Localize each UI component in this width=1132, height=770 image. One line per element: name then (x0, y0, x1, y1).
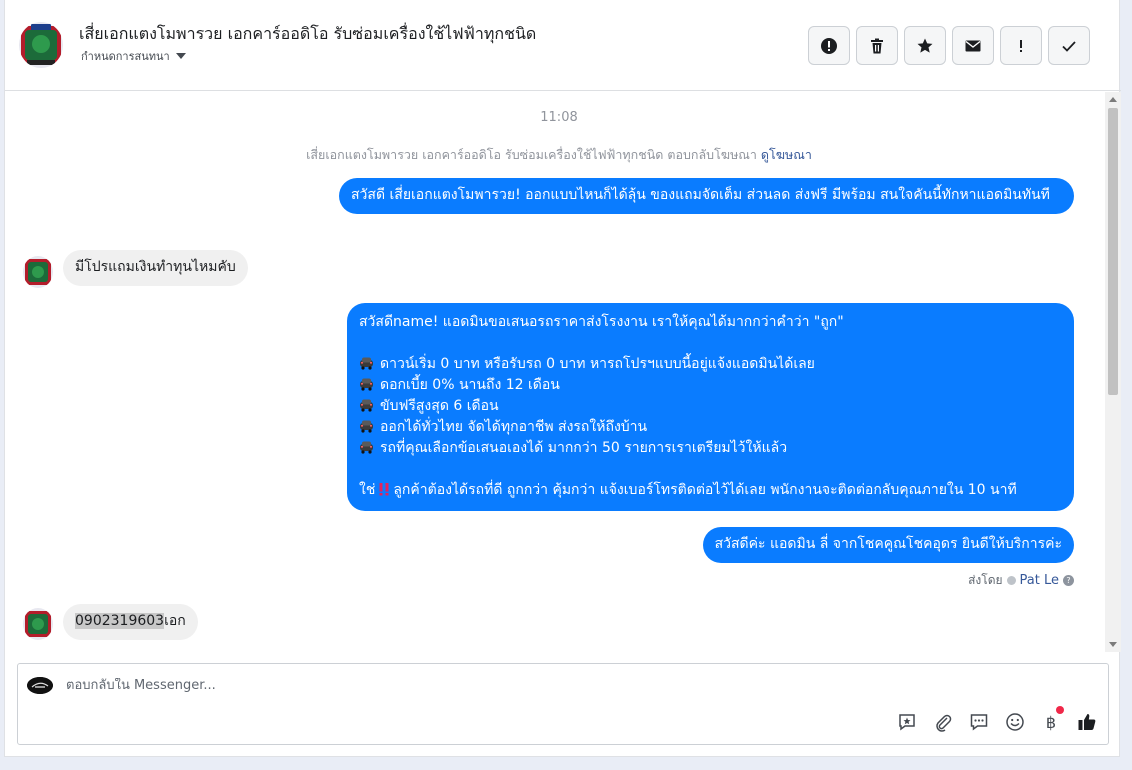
message-line: ออกได้ทั่วไทย จัดได้ทุกอาชีพ ส่งรถให้ถึง… (359, 417, 1062, 438)
message-bubble-incoming: 0902319603เอก (63, 604, 198, 640)
chat-button[interactable] (968, 711, 990, 733)
trash-icon (871, 38, 883, 53)
reply-input[interactable] (66, 678, 966, 693)
customer-avatar (23, 608, 53, 640)
verified-icon (1006, 576, 1016, 585)
customer-avatar (23, 256, 53, 288)
star-icon (917, 38, 933, 53)
message-line-blank (359, 459, 1062, 480)
scroll-up-arrow-icon[interactable] (1109, 97, 1117, 102)
page-avatar[interactable] (19, 22, 63, 68)
ad-context-text: เสี่ยเอกแตงโมพารวย เอกคาร์ออดิโอ รับซ่อม… (306, 147, 757, 162)
message-line: ดาวน์เริ่ม 0 บาท หรือรับรถ 0 บาท หารถโปร… (359, 354, 1062, 375)
delete-button[interactable] (856, 26, 898, 65)
message-bubble-outgoing: สวัสดีค่ะ แอดมิน ลี่ จากโชคคูณโชคอุดร ยิ… (702, 527, 1074, 563)
help-icon[interactable]: ? (1063, 575, 1074, 586)
spam-button[interactable] (808, 26, 850, 65)
message-line-text: รถที่คุณเลือกข้อเสนอเองได้ มากกว่า 50 รา… (380, 440, 788, 456)
mark-unread-button[interactable] (952, 26, 994, 65)
page-logo (27, 677, 53, 694)
sent-by-label: ส่งโดย (968, 573, 1003, 587)
message-line: สวัสดีname! แอดมินขอเสนอรถราคาส่งโรงงาน … (359, 314, 844, 330)
conversation-panel: เสี่ยเอกแตงโมพารวย เอกคาร์ออดิโอ รับซ่อม… (4, 0, 1121, 757)
alert-circle-icon (821, 37, 837, 54)
emoji-button[interactable] (1004, 711, 1026, 733)
mark-done-button[interactable] (1048, 26, 1090, 65)
attach-button[interactable] (932, 711, 954, 733)
car-emoji-icon (360, 357, 373, 370)
message-line-text: ขับฟรีสูงสุด 6 เดือน (380, 398, 499, 414)
thread-scrollbar[interactable] (1105, 92, 1121, 652)
notification-dot (1056, 706, 1064, 714)
reply-composer: ฿ (17, 663, 1109, 745)
baht-payment-icon: ฿ (1045, 712, 1057, 732)
caret-down-icon (175, 53, 186, 59)
message-line: ใช่ ลูกค้าต้องได้รถที่ดี ถูกกว่า คุ้มกว่า… (359, 480, 1062, 501)
star-button[interactable] (904, 26, 946, 65)
car-emoji-icon (360, 399, 373, 412)
message-bubble-outgoing: สวัสดี เสี่ยเอกแตงโมพารวย! ออกแบบไหนก็ได… (339, 178, 1074, 214)
message-line-text: ลูกค้าต้องได้รถที่ดี ถูกกว่า คุ้มกว่า แจ… (393, 482, 1017, 498)
page-title: เสี่ยเอกแตงโมพารวย เอกคาร์ออดิโอ รับซ่อม… (79, 24, 537, 43)
message-thread[interactable]: 11:08 เสี่ยเอกแตงโมพารวย เอกคาร์ออดิโอ ร… (5, 92, 1121, 652)
follow-up-button[interactable] (1000, 26, 1042, 65)
message-bubble-incoming: มีโปรแถมเงินทำทุนไหมคับ (63, 250, 248, 286)
chat-bubble-icon (970, 714, 988, 731)
view-ad-link[interactable]: ดูโฆษณา (761, 147, 812, 162)
assign-conversation-label: กำหนดการสนทนา (81, 50, 170, 63)
highlighted-phone-number[interactable]: 0902319603 (75, 613, 165, 629)
scroll-down-arrow-icon[interactable] (1109, 642, 1117, 647)
checkmark-icon (1062, 40, 1076, 52)
scroll-thumb[interactable] (1108, 108, 1118, 395)
exclamation-icon (1020, 39, 1022, 52)
sent-by-info: ส่งโดย Pat Le ? (968, 571, 1074, 590)
ad-context-line: เสี่ยเอกแตงโมพารวย เอกคาร์ออดิโอ รับซ่อม… (5, 145, 1113, 165)
composer-toolbar: ฿ (896, 706, 1098, 733)
message-line-blank (359, 333, 1062, 354)
payment-button[interactable]: ฿ (1040, 706, 1064, 733)
message-line-text: ออกได้ทั่วไทย จัดได้ทุกอาชีพ ส่งรถให้ถึง… (380, 419, 648, 435)
car-emoji-icon (360, 441, 373, 454)
message-timestamp: 11:08 (540, 110, 578, 125)
message-line-text: ดาวน์เริ่ม 0 บาท หรือรับรถ 0 บาท หารถโปร… (380, 356, 815, 372)
message-line-text: ดอกเบี้ย 0% นานถึง 12 เดือน (380, 377, 560, 393)
like-button[interactable] (1076, 711, 1098, 733)
header-actions (808, 26, 1090, 65)
saved-reply-button[interactable] (896, 711, 918, 733)
envelope-icon (965, 40, 981, 51)
double-exclamation-icon (379, 483, 389, 496)
attachment-icon (936, 714, 952, 732)
message-line: รถที่คุณเลือกข้อเสนอเองได้ มากกว่า 50 รา… (359, 438, 1062, 459)
message-line-prefix: ใช่ (359, 482, 376, 498)
car-emoji-icon (360, 378, 373, 391)
message-text: เอก (164, 613, 186, 629)
emoji-icon (1006, 713, 1024, 731)
thumbs-up-icon (1078, 714, 1096, 730)
car-emoji-icon (360, 420, 373, 433)
assign-conversation-dropdown[interactable]: กำหนดการสนทนา (81, 47, 186, 65)
message-line: ขับฟรีสูงสุด 6 เดือน (359, 396, 1062, 417)
message-line: ดอกเบี้ย 0% นานถึง 12 เดือน (359, 375, 1062, 396)
sent-by-name[interactable]: Pat Le (1020, 573, 1059, 588)
conversation-header: เสี่ยเอกแตงโมพารวย เอกคาร์ออดิโอ รับซ่อม… (5, 0, 1121, 91)
message-bubble-outgoing: สวัสดีname! แอดมินขอเสนอรถราคาส่งโรงงาน … (347, 303, 1074, 511)
saved-reply-icon (899, 714, 915, 731)
